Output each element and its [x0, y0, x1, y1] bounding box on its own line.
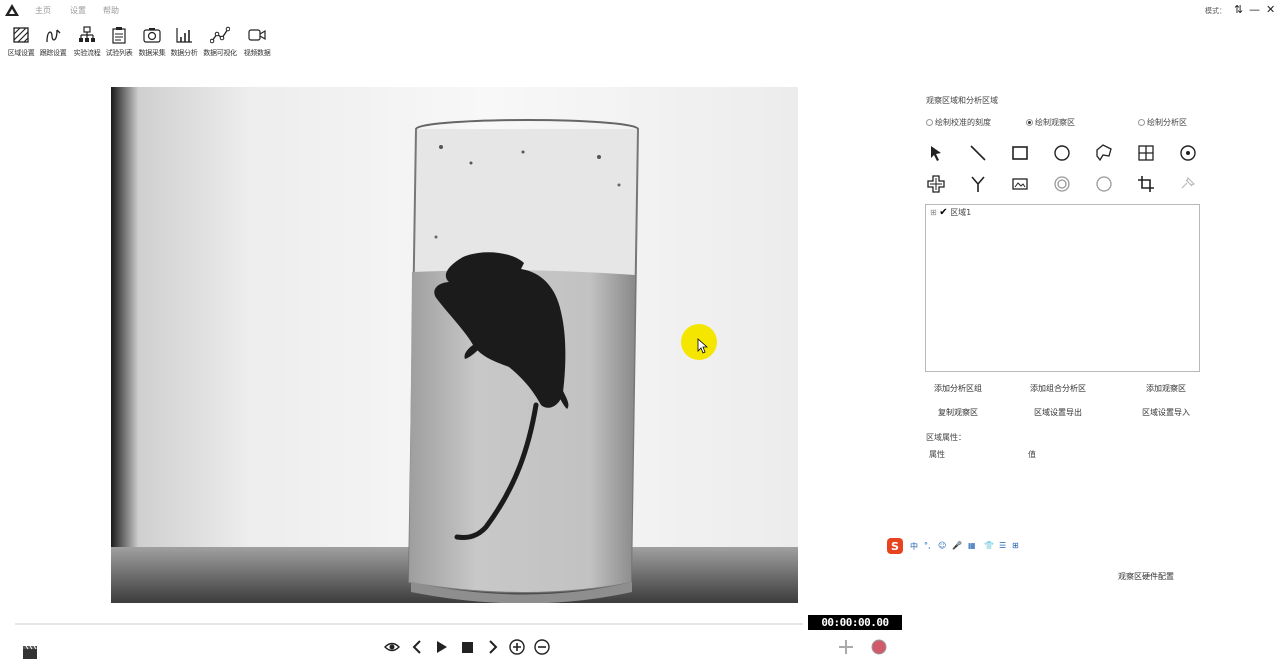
restore-icon[interactable]: ⇅	[1234, 3, 1243, 16]
export-region-settings-button[interactable]: 区域设置导出	[1034, 407, 1082, 418]
sogou-logo-icon: S	[887, 538, 903, 554]
toolbar-region-settings[interactable]: 区域设置	[4, 26, 38, 60]
menu-tab-help[interactable]: 帮助	[103, 5, 119, 16]
toolbar-label: 区域设置	[7, 49, 35, 57]
toolbar-label: 试验列表	[105, 49, 133, 57]
ime-punctuation[interactable]: °,	[924, 541, 931, 550]
toolbar-tracking-settings[interactable]: 跟踪设置	[36, 26, 70, 60]
ime-menu-icon[interactable]: ⊞	[1012, 541, 1019, 550]
play-icon[interactable]	[432, 638, 450, 656]
ring-icon[interactable]	[1052, 174, 1072, 194]
import-region-settings-button[interactable]: 区域设置导入	[1142, 407, 1190, 418]
polygon-icon[interactable]	[1094, 143, 1114, 163]
tree-item-label: 区域1	[950, 208, 972, 217]
radio-button[interactable]	[926, 119, 933, 126]
copy-observation-zone-button[interactable]: 复制观察区	[938, 407, 978, 418]
flowchart-icon	[79, 26, 95, 42]
add-icon[interactable]	[837, 638, 855, 656]
props-header-value: 值	[1028, 450, 1036, 459]
radio-label: 绘制校准的刻度	[935, 118, 991, 127]
cross-icon[interactable]	[926, 174, 946, 194]
y-split-icon[interactable]	[968, 174, 988, 194]
ime-voice-icon[interactable]: 🎤	[952, 541, 962, 550]
add-analysis-group-button[interactable]: 添加分析区组	[934, 383, 982, 394]
timecode-display: 00:00:00.00	[808, 615, 902, 630]
ime-emoji-icon[interactable]: ☺	[938, 541, 946, 550]
add-combined-analysis-button[interactable]: 添加组合分析区	[1030, 383, 1086, 394]
toolbar-label: 数据分析	[170, 49, 198, 57]
ime-keyboard-icon[interactable]: ▦	[968, 541, 976, 550]
video-camera-icon	[248, 29, 266, 41]
clipboard-list-icon	[112, 27, 126, 44]
toolbar-label: 数据可视化	[203, 49, 237, 57]
section-title: 观察区域和分析区域	[926, 96, 998, 105]
radio-button[interactable]	[1138, 119, 1145, 126]
ellipse-icon[interactable]	[1094, 174, 1114, 194]
pointer-arrow-icon[interactable]	[926, 143, 946, 163]
radio-label: 绘制分析区	[1147, 118, 1187, 127]
image-frame-icon[interactable]	[1010, 174, 1030, 194]
rectangle-icon[interactable]	[1010, 143, 1030, 163]
toolbar-data-analysis[interactable]: 数据分析	[167, 26, 201, 60]
record-icon[interactable]	[870, 638, 888, 656]
video-frame[interactable]	[111, 87, 798, 603]
video-image	[111, 87, 798, 603]
bar-chart-icon	[176, 28, 192, 43]
progress-slider[interactable]	[15, 623, 803, 625]
props-header-property: 属性	[929, 450, 945, 459]
circle-dot-icon[interactable]	[1178, 143, 1198, 163]
zoom-in-icon[interactable]	[508, 638, 526, 656]
toolbar-label: 视频数据	[243, 49, 271, 57]
app-logo-icon	[5, 4, 19, 16]
toolbar-label: 数据采集	[138, 49, 166, 57]
region-hatch-icon	[13, 27, 29, 43]
menu-tab-settings[interactable]: 设置	[70, 5, 86, 16]
toolbar-experiment-flow[interactable]: 实验流程	[70, 26, 104, 60]
zoom-out-icon[interactable]	[533, 638, 551, 656]
toolbar-video-data[interactable]: 视频数据	[240, 26, 274, 60]
clapperboard-icon[interactable]	[22, 644, 38, 660]
region-properties-title: 区域属性：	[926, 433, 966, 442]
region-tree[interactable]: ⊞ ✔ 区域1	[925, 204, 1200, 372]
radio-observation-zone[interactable]: 绘制观察区	[1026, 117, 1075, 128]
ime-chinese-mode[interactable]: 中	[910, 541, 918, 552]
toolbar-data-visualization[interactable]: 数据可视化	[203, 26, 237, 60]
hardware-config-button[interactable]: 观察区硬件配置	[1118, 571, 1174, 582]
style-label: 模式：	[1205, 7, 1226, 15]
circle-icon[interactable]	[1052, 143, 1072, 163]
expand-icon[interactable]: ⊞	[930, 208, 937, 217]
tracking-icon	[46, 29, 61, 43]
line-chart-icon	[210, 26, 230, 44]
radio-calibration[interactable]: 绘制校准的刻度	[926, 117, 991, 128]
toolbar-label: 跟踪设置	[39, 49, 67, 57]
toolbar-trial-list[interactable]: 试验列表	[102, 26, 136, 60]
add-observation-zone-button[interactable]: 添加观察区	[1146, 383, 1186, 394]
tree-item-region1[interactable]: ⊞ ✔ 区域1	[930, 207, 971, 218]
next-icon[interactable]	[484, 638, 502, 656]
radio-analysis-zone[interactable]: 绘制分析区	[1138, 117, 1187, 128]
toolbar-data-collection[interactable]: 数据采集	[135, 26, 169, 60]
toolbar-label: 实验流程	[73, 49, 101, 57]
region-settings-panel	[905, 87, 1280, 672]
grid-icon[interactable]	[1136, 143, 1156, 163]
minimize-button[interactable]: —	[1249, 3, 1260, 16]
prev-icon[interactable]	[408, 638, 426, 656]
menu-tab-home[interactable]: 主页	[35, 5, 51, 16]
pin-icon[interactable]	[1178, 174, 1198, 194]
svg-text:S: S	[891, 540, 899, 553]
stop-icon[interactable]	[458, 638, 476, 656]
ime-toolbox-icon[interactable]: ☰	[999, 541, 1006, 550]
title-bar: 主页 设置 帮助 模式： ⇅ — ✕	[0, 0, 1280, 22]
ime-skin-icon[interactable]: 👕	[984, 541, 994, 550]
radio-label: 绘制观察区	[1035, 118, 1075, 127]
camera-icon	[143, 28, 161, 43]
line-icon[interactable]	[968, 143, 988, 163]
radio-button-checked[interactable]	[1026, 119, 1033, 126]
eye-icon[interactable]	[383, 638, 401, 656]
checkmark-icon[interactable]: ✔	[939, 207, 947, 218]
crop-icon[interactable]	[1136, 174, 1156, 194]
close-button[interactable]: ✕	[1266, 3, 1275, 16]
